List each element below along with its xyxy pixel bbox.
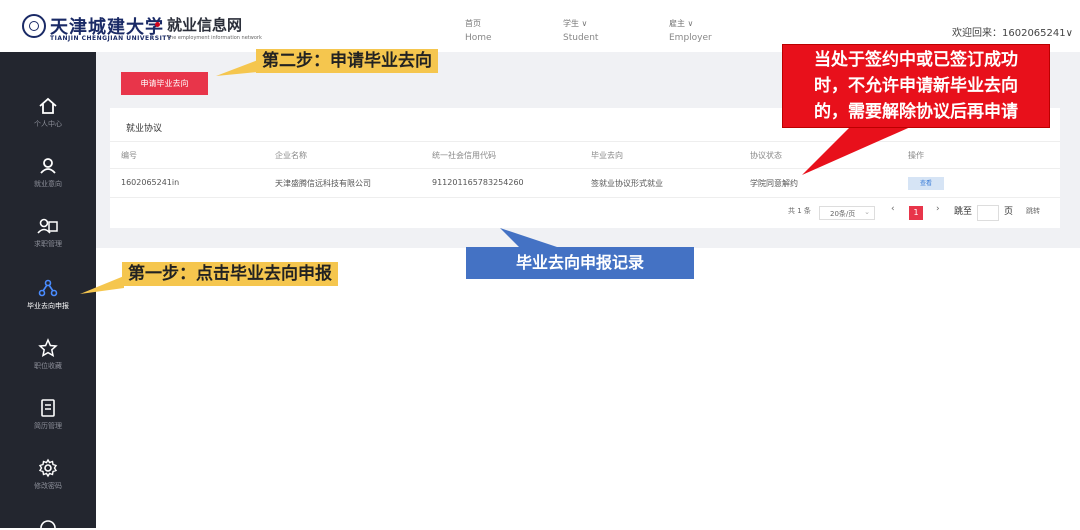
warning-line: 的，需要解除协议后再申请 bbox=[814, 102, 1018, 122]
annotation-warning: 当处于签约中或已签订成功 时，不允许申请新毕业去向 的，需要解除协议后再申请 bbox=[782, 44, 1050, 128]
step1-arrow bbox=[80, 276, 124, 294]
annotation-records: 毕业去向申报记录 bbox=[466, 247, 694, 279]
warning-arrow bbox=[802, 125, 915, 175]
annotation-step2: 第二步：申请毕业去向 bbox=[256, 49, 438, 73]
warning-line: 当处于签约中或已签订成功 bbox=[814, 50, 1018, 70]
records-arrow bbox=[500, 228, 560, 248]
annotation-step1: 第一步：点击毕业去向申报 bbox=[122, 262, 338, 286]
step2-arrow bbox=[216, 60, 258, 76]
warning-line: 时，不允许申请新毕业去向 bbox=[814, 76, 1018, 96]
